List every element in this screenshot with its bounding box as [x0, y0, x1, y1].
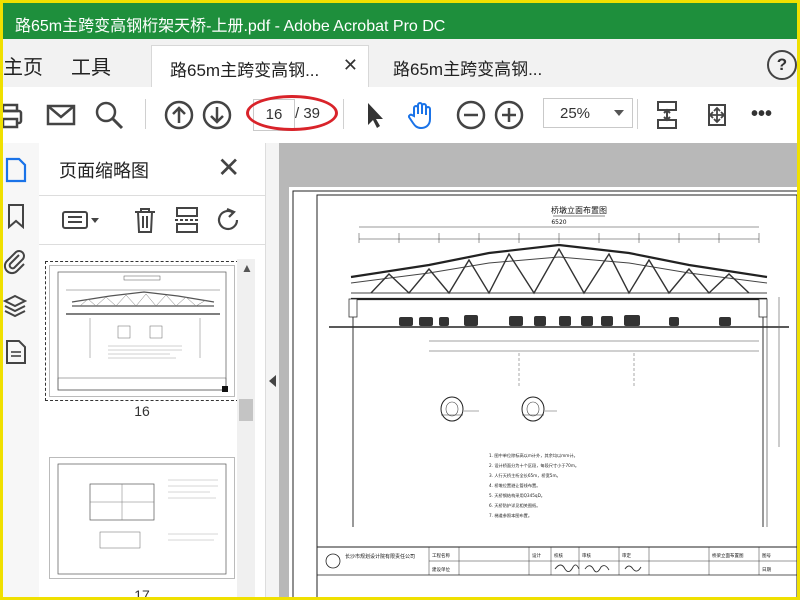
bookmark-icon[interactable]: [5, 203, 27, 229]
close-tab-icon[interactable]: ✕: [343, 55, 358, 76]
thumbnail-drawing: [57, 271, 228, 392]
thumbnail-scrollbar[interactable]: [237, 259, 255, 597]
title-block-cell: 工程名称: [432, 552, 450, 559]
scrollbar-thumb[interactable]: [239, 399, 253, 421]
title-block-cell: 审核: [582, 552, 591, 559]
red-highlight-oval: [246, 95, 338, 131]
zoom-out-icon[interactable]: [455, 99, 487, 131]
document-view[interactable]: 桥墩立面布置图 6520 1. 图中单位除标高以m计外，其余均以mm计。 2. …: [279, 143, 797, 597]
panel-toolbar: [39, 195, 265, 245]
search-icon[interactable]: [93, 99, 125, 131]
previous-page-icon[interactable]: [163, 99, 195, 131]
menu-tools[interactable]: 工具: [71, 51, 111, 80]
rotate-page-icon[interactable]: [215, 206, 243, 234]
title-block-cell: 审定: [622, 552, 631, 559]
scroll-up-icon[interactable]: ▲: [241, 261, 253, 275]
title-block-cell: 设计: [532, 552, 541, 559]
title-block-cell: 日期: [762, 567, 771, 573]
note-line: 2. 设计桥面分为十个区段，每段尺寸小于70m。: [489, 462, 579, 469]
thumbnail-page-number: 16: [134, 403, 150, 419]
window-title: 路65m主跨变高钢桁架天桥-上册.pdf - Adobe Acrobat Pro…: [15, 18, 446, 35]
select-tool-icon[interactable]: [359, 99, 391, 131]
document-tab-active[interactable]: 路65m主跨变高钢... ✕: [151, 45, 369, 87]
title-block-cell: 桥梁立面布置图: [712, 552, 744, 559]
toolbar-separator: [343, 99, 344, 129]
title-block-cell: 校核: [554, 552, 563, 559]
toolbar-separator: [145, 99, 146, 129]
layers-icon[interactable]: [3, 293, 27, 319]
page-thumbnail-17[interactable]: [49, 457, 235, 579]
title-bar: 路65m主跨变高钢桁架天桥-上册.pdf - Adobe Acrobat Pro…: [3, 3, 797, 39]
thumbnail-page-number: 17: [134, 587, 150, 600]
app-window: 路65m主跨变高钢桁架天桥-上册.pdf - Adobe Acrobat Pro…: [0, 0, 800, 600]
page-thumbnails-icon[interactable]: [5, 157, 27, 183]
zoom-in-icon[interactable]: [493, 99, 525, 131]
company-name: 长沙市规划设计院有限责任公司: [345, 553, 415, 560]
insert-page-icon[interactable]: [173, 206, 201, 234]
close-panel-icon[interactable]: ✕: [217, 151, 240, 184]
top-dimension: 6520: [551, 219, 566, 226]
navigation-rail: [3, 143, 40, 597]
document-page: 桥墩立面布置图 6520 1. 图中单位除标高以m计外，其余均以mm计。 2. …: [289, 187, 797, 597]
zoom-select[interactable]: 25%: [543, 98, 633, 128]
more-tools-icon[interactable]: •••: [751, 103, 772, 126]
print-icon[interactable]: [0, 99, 25, 131]
collapse-arrow-icon[interactable]: [269, 375, 276, 387]
drawing-title: 桥墩立面布置图: [551, 205, 607, 215]
thumbnail-drawing: [57, 463, 227, 575]
note-line: 3. 人行天桥主桁全长65m，桥宽5m。: [489, 472, 561, 479]
next-page-icon[interactable]: [201, 99, 233, 131]
title-block-cell: 图号: [762, 553, 771, 559]
document-tab-label: 路65m主跨变高钢...: [170, 61, 320, 80]
collapse-panel-strip[interactable]: [265, 143, 280, 597]
document-tab-inactive[interactable]: 路65m主跨变高钢...: [375, 45, 597, 87]
note-line: 5. 天桥钢结构采用Q345qD。: [489, 492, 545, 499]
thumbnail-options-icon[interactable]: [61, 206, 101, 234]
document-icon[interactable]: [5, 339, 27, 365]
note-line: 4. 桥墩位置避让管线布置。: [489, 482, 540, 489]
page-thumbnail-16[interactable]: [45, 261, 239, 401]
delete-page-icon[interactable]: [131, 206, 159, 234]
toolbar-separator: [637, 99, 638, 129]
full-screen-icon[interactable]: [701, 99, 733, 131]
note-line: 1. 图中单位除标高以m计外，其余均以mm计。: [489, 452, 578, 459]
hand-tool-icon[interactable]: [405, 99, 437, 131]
note-line: 6. 天桥防护详见相关图纸。: [489, 502, 540, 509]
bridge-drawing: 桥墩立面布置图 6520 1. 图中单位除标高以m计外，其余均以mm计。 2. …: [292, 190, 797, 597]
fit-page-icon[interactable]: [651, 99, 683, 131]
help-button[interactable]: ?: [767, 50, 797, 80]
note-line: 7. 梯道参照本图布置。: [489, 512, 532, 519]
attachment-icon[interactable]: [3, 249, 27, 275]
toolbar: •••: [0, 87, 797, 144]
panel-title: 页面缩略图: [59, 161, 149, 181]
zoom-value: 25%: [560, 105, 591, 122]
chevron-down-icon: [614, 110, 624, 116]
tab-bar: 主页 工具 路65m主跨变高钢... ✕ 路65m主跨变高钢... ?: [3, 39, 797, 88]
document-tab-label: 路65m主跨变高钢...: [393, 60, 543, 79]
mail-icon[interactable]: [45, 99, 77, 131]
menu-home[interactable]: 主页: [3, 51, 43, 80]
title-block-cell: 建设单位: [432, 566, 450, 573]
